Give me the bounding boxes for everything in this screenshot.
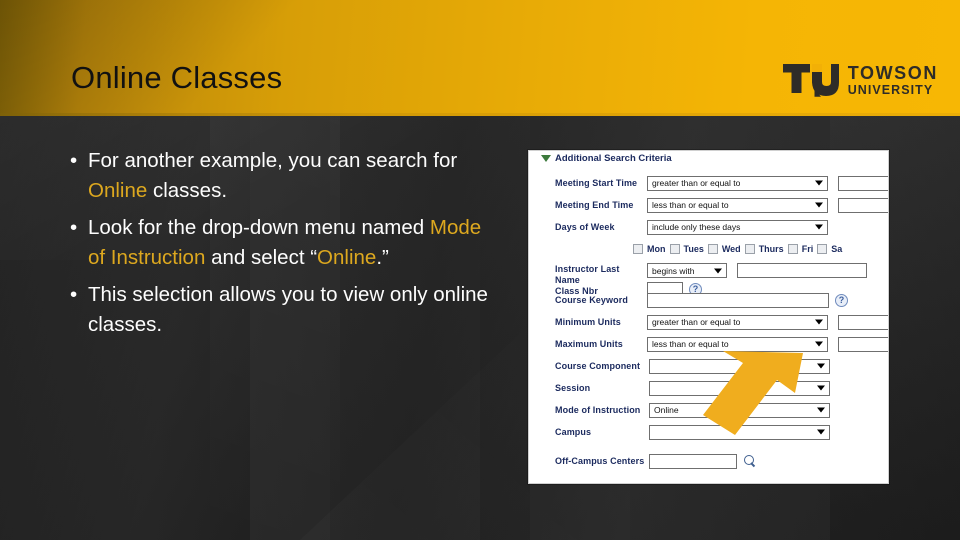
- chevron-down-icon: [815, 180, 823, 186]
- bullet-highlight-text: Online: [88, 179, 148, 202]
- help-icon[interactable]: ?: [835, 293, 848, 307]
- chevron-down-icon: [817, 429, 825, 435]
- logo-line-1: TOWSON: [847, 62, 938, 83]
- label-mode-of-instruction: Mode of Instruction: [555, 405, 641, 415]
- label-days-of-week: Days of Week: [555, 222, 615, 232]
- label-meeting-start-time: Meeting Start Time: [555, 178, 638, 188]
- additional-search-criteria-header[interactable]: Additional Search Criteria: [541, 153, 888, 164]
- chevron-down-icon: [817, 407, 825, 413]
- input-minimum-units-value[interactable]: [838, 314, 888, 330]
- label-session: Session: [555, 383, 591, 393]
- label-line-2: Name: [555, 275, 580, 285]
- search-icon[interactable]: [743, 454, 757, 468]
- chevron-down-icon: [815, 202, 823, 208]
- label-instructor-last-name: Instructor Last Name Class Nbr: [555, 263, 647, 297]
- chevron-down-icon: [714, 268, 722, 273]
- bullet-item: • Look for the drop-down menu named Mode …: [66, 213, 498, 273]
- select-minimum-units-operator[interactable]: greater than or equal to: [647, 314, 828, 330]
- select-value: greater than or equal to: [652, 178, 741, 188]
- slide-root: Online Classes TOWSON UNIVERSITY • For an…: [0, 0, 960, 540]
- label-course-keyword: Course Keyword: [555, 295, 628, 305]
- bullet-text: This selection allows you to view only o…: [88, 283, 488, 336]
- annotation-arrow-icon: [703, 351, 803, 435]
- label-off-campus-centers: Off-Campus Centers: [555, 456, 645, 466]
- checkbox-label: Thurs: [758, 244, 784, 254]
- chevron-down-icon: [817, 363, 825, 369]
- row-instructor-last-name: Instructor Last Name Class Nbr begins wi…: [529, 263, 888, 297]
- header-bottom-rule: [0, 113, 960, 116]
- select-days-of-week-operator[interactable]: include only these days: [647, 219, 828, 235]
- input-instructor-last-name[interactable]: [737, 263, 867, 278]
- page-title: Online Classes: [71, 60, 283, 95]
- label-course-component: Course Component: [555, 361, 641, 371]
- checkbox-tues[interactable]: [669, 244, 680, 254]
- bullet-text: For another example, you can search for: [88, 149, 458, 172]
- select-value: Online: [654, 405, 679, 415]
- checkbox-label: Mon: [647, 244, 666, 254]
- input-maximum-units-value[interactable]: [838, 336, 888, 352]
- label-maximum-units: Maximum Units: [555, 339, 623, 349]
- bullet-text: .”: [376, 246, 389, 269]
- input-off-campus-centers[interactable]: [649, 453, 737, 469]
- day-of-week-checkbox-group: Mon Tues Wed Thurs Fri Sa: [529, 242, 888, 256]
- logo-wordmark: TOWSON UNIVERSITY: [848, 64, 938, 97]
- checkbox-thurs[interactable]: [744, 244, 755, 254]
- chevron-down-icon: [815, 224, 823, 230]
- peoplesoft-search-screenshot: Additional Search Criteria Meeting Start…: [528, 150, 889, 484]
- row-minimum-units: Minimum Units greater than or equal to: [529, 312, 888, 332]
- header-shading: [0, 0, 300, 116]
- label-line-1: Instructor Last: [555, 264, 620, 274]
- bullet-list: • For another example, you can search for…: [66, 146, 498, 347]
- bullet-marker: •: [70, 283, 78, 306]
- checkbox-label: Tues: [683, 244, 704, 254]
- checkbox-mon[interactable]: [633, 244, 643, 254]
- checkbox-label: Wed: [721, 244, 741, 254]
- chevron-down-icon: [815, 319, 823, 325]
- select-value: greater than or equal to: [652, 317, 741, 327]
- section-header-label: Additional Search Criteria: [555, 153, 672, 164]
- chevron-down-icon: [815, 341, 823, 347]
- checkbox-wed[interactable]: [707, 244, 718, 254]
- input-meeting-start-time-value[interactable]: [838, 175, 888, 191]
- towson-university-logo: TOWSON UNIVERSITY: [782, 63, 938, 97]
- bullet-marker: •: [70, 149, 78, 172]
- checkbox-fri[interactable]: [787, 244, 798, 254]
- checkbox-sa[interactable]: [817, 244, 828, 254]
- input-meeting-end-time-value[interactable]: [838, 197, 888, 213]
- select-value: begins with: [652, 265, 695, 276]
- row-meeting-start-time: Meeting Start Time greater than or equal…: [529, 173, 888, 193]
- tu-monogram-icon: [782, 64, 839, 97]
- label-campus: Campus: [555, 427, 592, 437]
- bullet-item: • For another example, you can search for…: [66, 146, 498, 206]
- bullet-item: • This selection allows you to view only …: [66, 280, 498, 340]
- select-value: include only these days: [652, 222, 741, 232]
- bullet-text: classes.: [147, 179, 228, 202]
- slide-header-bar: Online Classes TOWSON UNIVERSITY: [0, 0, 960, 116]
- collapse-triangle-icon[interactable]: [541, 155, 551, 162]
- input-course-keyword[interactable]: [647, 292, 829, 308]
- checkbox-label: Sa: [831, 244, 843, 254]
- bullet-highlight-text: Online: [317, 246, 377, 269]
- row-days-of-week: Days of Week include only these days: [529, 217, 888, 237]
- select-meeting-end-time-operator[interactable]: less than or equal to: [647, 197, 828, 213]
- row-meeting-end-time: Meeting End Time less than or equal to: [529, 195, 888, 215]
- bullet-marker: •: [70, 216, 78, 239]
- select-meeting-start-time-operator[interactable]: greater than or equal to: [647, 175, 828, 191]
- label-minimum-units: Minimum Units: [555, 317, 621, 327]
- select-instructor-name-operator[interactable]: begins with: [647, 263, 727, 278]
- bullet-text: Look for the drop-down menu named: [88, 216, 430, 239]
- logo-line-2: UNIVERSITY: [847, 82, 934, 97]
- bullet-text: and select “: [205, 246, 318, 269]
- label-meeting-end-time: Meeting End Time: [555, 200, 634, 210]
- select-value: less than or equal to: [652, 200, 729, 210]
- checkbox-label: Fri: [801, 244, 814, 254]
- row-off-campus-centers: Off-Campus Centers: [529, 451, 888, 471]
- chevron-down-icon: [817, 385, 825, 391]
